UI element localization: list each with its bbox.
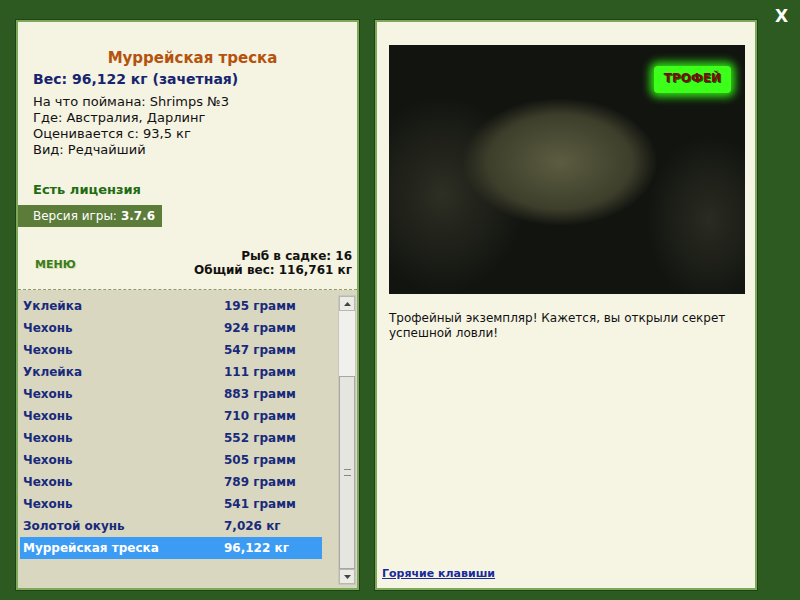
catch-row[interactable]: Золотой окунь7,026 кг [20, 515, 322, 537]
fish-weight-cell: 924 грамм [224, 321, 296, 335]
scroll-up-button[interactable] [339, 296, 355, 311]
fish-name: Чехонь [23, 387, 224, 401]
catch-row[interactable]: Чехонь883 грамм [20, 383, 322, 405]
fish-weight-cell: 111 грамм [224, 365, 296, 379]
fish-info-panel: Муррейская треска Вес: 96,122 кг (зачетна… [16, 20, 359, 590]
hotkeys-link[interactable]: Горячие клавиши [382, 567, 749, 582]
catch-row[interactable]: Уклейка111 грамм [20, 361, 322, 383]
catch-list: Уклейка195 граммЧехонь924 граммЧехонь547… [18, 290, 357, 588]
trophy-panel: ТРОФЕЙ Трофейный экземпляр! Кажется, вы о… [375, 20, 757, 590]
version-label: Версия игры: [33, 209, 117, 223]
catch-row[interactable]: Чехонь789 грамм [20, 471, 322, 493]
fish-weight-cell: 710 грамм [224, 409, 296, 423]
game-screen: Муррейская треска Вес: 96,122 кг (зачетна… [0, 0, 800, 600]
fish-details: На что поймана: Shrimps №3Где: Австралия… [33, 94, 352, 158]
fish-name: Чехонь [23, 453, 224, 467]
license-status: Есть лицензия [33, 182, 352, 198]
scroll-thumb[interactable] [339, 376, 355, 570]
fish-weight-cell: 7,026 кг [224, 519, 281, 533]
fish-weight-cell: 195 грамм [224, 299, 296, 313]
fish-detail: Где: Австралия, Дарлинг [33, 110, 352, 126]
trophy-badge: ТРОФЕЙ [654, 66, 731, 93]
catch-row[interactable]: Чехонь541 грамм [20, 493, 322, 515]
fish-name: Золотой окунь [23, 519, 224, 533]
fish-name: Чехонь [23, 409, 224, 423]
arrow-up-icon [344, 302, 351, 306]
grip-icon [344, 469, 351, 476]
fish-name: Чехонь [23, 343, 224, 357]
fish-name: Чехонь [23, 497, 224, 511]
arrow-down-icon [344, 575, 351, 579]
fish-name: Уклейка [23, 365, 224, 379]
fish-name: Чехонь [23, 321, 224, 335]
fish-detail: Вид: Редчайший [33, 142, 352, 158]
catch-row[interactable]: Уклейка195 грамм [20, 295, 322, 317]
trophy-message: Трофейный экземпляр! Кажется, вы открыли… [389, 311, 739, 341]
fish-weight-cell: 547 грамм [224, 343, 296, 357]
catch-row[interactable]: Чехонь924 грамм [20, 317, 322, 339]
fish-weight-cell: 552 грамм [224, 431, 296, 445]
scrollbar[interactable] [338, 295, 356, 585]
scroll-down-button[interactable] [339, 569, 355, 584]
menu-row: МЕНЮ Рыб в садке: 16Общий вес: 116,761 кг [33, 249, 352, 277]
catch-row[interactable]: Чехонь552 грамм [20, 427, 322, 449]
fish-name: Чехонь [23, 475, 224, 489]
fish-photo: ТРОФЕЙ [389, 45, 745, 294]
fish-detail: Оценивается с: 93,5 кг [33, 126, 352, 142]
scroll-track[interactable] [339, 311, 355, 569]
keepnet-summary: Рыб в садке: 16Общий вес: 116,761 кг [194, 249, 352, 277]
fish-name: Уклейка [23, 299, 224, 313]
version-bar: Версия игры: 3.7.6 [18, 205, 162, 227]
fish-weight-cell: 789 грамм [224, 475, 296, 489]
version-number: 3.7.6 [121, 209, 155, 223]
catch-row[interactable]: Чехонь505 грамм [20, 449, 322, 471]
catch-row[interactable]: Муррейская треска96,122 кг [20, 537, 322, 559]
menu-button[interactable]: МЕНЮ [33, 258, 76, 271]
catch-row[interactable]: Чехонь547 грамм [20, 339, 322, 361]
catch-row[interactable]: Чехонь710 грамм [20, 405, 322, 427]
keepnet-total: Общий вес: 116,761 кг [194, 263, 352, 277]
fish-weight-cell: 541 грамм [224, 497, 296, 511]
fish-name: Муррейская треска [23, 541, 224, 555]
fish-weight-cell: 505 грамм [224, 453, 296, 467]
fish-weight-cell: 883 грамм [224, 387, 296, 401]
fish-name: Чехонь [23, 431, 224, 445]
fish-weight-cell: 96,122 кг [224, 541, 289, 555]
fish-detail: На что поймана: Shrimps №3 [33, 94, 352, 110]
close-button[interactable]: X [771, 4, 792, 28]
fish-info: Муррейская треска Вес: 96,122 кг (зачетна… [18, 22, 357, 290]
fish-weight: Вес: 96,122 кг (зачетная) [33, 70, 352, 88]
fish-title: Муррейская треска [33, 48, 352, 68]
keepnet-count: Рыб в садке: 16 [194, 249, 352, 263]
catch-rows: Уклейка195 граммЧехонь924 граммЧехонь547… [20, 295, 322, 585]
